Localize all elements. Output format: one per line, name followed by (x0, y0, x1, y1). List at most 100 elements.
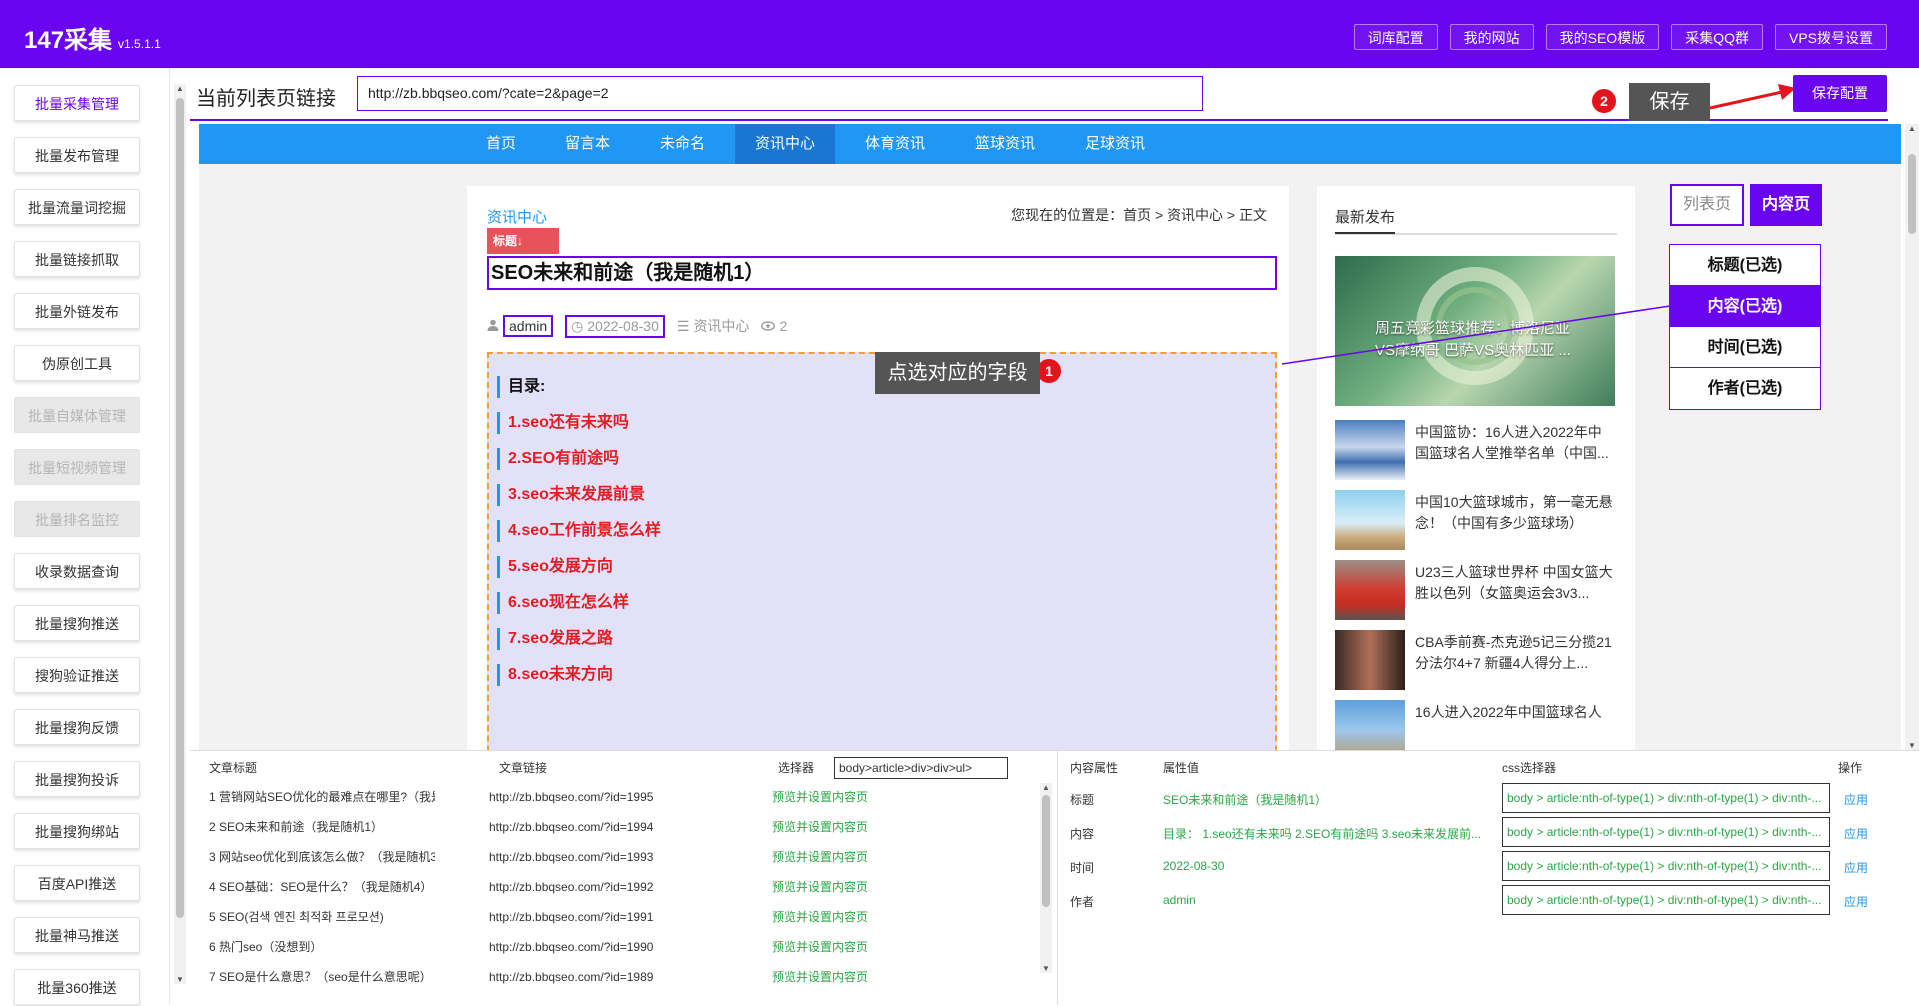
css-selector-input[interactable]: body > article:nth-of-type(1) > div:nth-… (1502, 851, 1830, 881)
sidebar-item-sogou-push[interactable]: 批量搜狗推送 (14, 605, 140, 641)
toc-item[interactable]: 5.seo发展方向 (497, 556, 613, 578)
clock-icon: ◷ (571, 317, 584, 334)
sidebar-item-shenma-push[interactable]: 批量神马推送 (14, 917, 140, 953)
site-nav-unnamed[interactable]: 未命名 (640, 124, 725, 164)
scroll-down-icon[interactable]: ▼ (1905, 741, 1919, 750)
scroll-down-icon[interactable]: ▼ (174, 975, 186, 984)
preview-set-link[interactable]: 预览并设置内容页 (772, 965, 868, 989)
sidebar-item-link-crawl[interactable]: 批量链接抓取 (14, 241, 140, 277)
row-link[interactable]: http://zb.bbqseo.com/?id=1992 (489, 875, 653, 899)
scroll-up-icon[interactable]: ▲ (1040, 783, 1052, 792)
site-nav-football[interactable]: 足球资讯 (1065, 124, 1165, 164)
list-scrollbar[interactable]: ▲ ▼ (1040, 783, 1052, 973)
field-author-button[interactable]: 作者(已选) (1670, 368, 1820, 409)
sidebar-item-sogou-verify-push[interactable]: 搜狗验证推送 (14, 657, 140, 693)
preview-set-link[interactable]: 预览并设置内容页 (772, 815, 868, 839)
preview-scrollbar[interactable]: ▲ ▼ (1905, 124, 1919, 750)
toc-item[interactable]: 6.seo现在怎么样 (497, 592, 629, 614)
toc-item[interactable]: 8.seo未来方向 (497, 664, 613, 686)
scroll-up-icon[interactable]: ▲ (1905, 124, 1919, 133)
toc-item[interactable]: 1.seo还有未来吗 (497, 412, 629, 434)
list-scroll-thumb[interactable] (1042, 795, 1050, 907)
article-meta: admin ◷ 2022-08-30 ☰ 资讯中心 2 (487, 313, 787, 339)
post-thumbnail (1335, 490, 1405, 550)
site-nav-sports[interactable]: 体育资讯 (845, 124, 945, 164)
nav-my-sites[interactable]: 我的网站 (1449, 24, 1534, 50)
post-item[interactable]: U23三人篮球世界杯 中国女篮大胜以色列（女篮奥运会3v3... (1335, 560, 1625, 624)
save-config-button[interactable]: 保存配置 (1793, 75, 1887, 112)
attr-name: 时间 (1070, 861, 1095, 875)
apply-button[interactable]: 应用 (1844, 791, 1868, 808)
nav-dictionary-config[interactable]: 词库配置 (1353, 24, 1438, 50)
row-link[interactable]: http://zb.bbqseo.com/?id=1995 (489, 785, 653, 809)
preview-set-link[interactable]: 预览并设置内容页 (772, 905, 868, 929)
post-item[interactable]: 中国10大篮球城市，第一毫无悬念！（中国有多少篮球场） (1335, 490, 1625, 554)
toc-item[interactable]: 2.SEO有前途吗 (497, 448, 619, 470)
latest-posts: 最新发布 周五竞彩篮球推荐：博洛尼亚VS摩纳哥 巴萨VS奥林匹亚 ... 中国篮… (1317, 186, 1635, 750)
nav-qq-group[interactable]: 采集QQ群 (1671, 24, 1763, 50)
field-title-button[interactable]: 标题(已选) (1670, 245, 1820, 286)
article-content[interactable]: 目录: 1.seo还有未来吗 2.SEO有前途吗 3.seo未来发展前景 4.s… (487, 352, 1277, 750)
row-link[interactable]: http://zb.bbqseo.com/?id=1989 (489, 965, 653, 989)
sidebar-item-sogou-feedback[interactable]: 批量搜狗反馈 (14, 709, 140, 745)
site-nav-basketball[interactable]: 篮球资讯 (955, 124, 1055, 164)
preview-set-link[interactable]: 预览并设置内容页 (772, 845, 868, 869)
apply-button[interactable]: 应用 (1844, 859, 1868, 876)
post-item[interactable]: 16人进入2022年中国篮球名人 (1335, 700, 1625, 750)
selector-input[interactable]: body>article>div>div>ul> (834, 757, 1008, 779)
scroll-up-icon[interactable]: ▲ (174, 84, 186, 93)
toc-item[interactable]: 3.seo未来发展前景 (497, 484, 645, 506)
css-selector-input[interactable]: body > article:nth-of-type(1) > div:nth-… (1502, 885, 1830, 915)
sidebar-scrollbar[interactable]: ▲ ▼ (174, 84, 186, 984)
preview-set-link[interactable]: 预览并设置内容页 (772, 785, 868, 809)
field-content-button[interactable]: 内容(已选) (1670, 286, 1820, 327)
sidebar-item-backlink-publish[interactable]: 批量外链发布 (14, 293, 140, 329)
sidebar-item-media-manage: 批量自媒体管理 (14, 397, 140, 433)
preview-set-link[interactable]: 预览并设置内容页 (772, 875, 868, 899)
nav-seo-templates[interactable]: 我的SEO模版 (1545, 24, 1660, 50)
sidebar-item-batch-collect[interactable]: 批量采集管理 (14, 85, 140, 121)
attr-value: 2022-08-30 (1163, 859, 1225, 873)
post-item[interactable]: CBA季前赛-杰克逊5记三分揽21分法尔4+7 新疆4人得分上... (1335, 630, 1625, 694)
toc-item[interactable]: 7.seo发展之路 (497, 628, 613, 650)
field-time-button[interactable]: 时间(已选) (1670, 327, 1820, 368)
attr-row-time: 时间 2022-08-30 body > article:nth-of-type… (1070, 851, 1910, 883)
row-link[interactable]: http://zb.bbqseo.com/?id=1991 (489, 905, 653, 929)
site-nav-home[interactable]: 首页 (466, 124, 536, 164)
css-selector-input[interactable]: body > article:nth-of-type(1) > div:nth-… (1502, 817, 1830, 847)
sidebar-item-sogou-bind[interactable]: 批量搜狗绑站 (14, 813, 140, 849)
preview-set-link[interactable]: 预览并设置内容页 (772, 935, 868, 959)
apply-button[interactable]: 应用 (1844, 825, 1868, 842)
table-row: 7 SEO是什么意思？（seo是什么意思呢） http://zb.bbqseo.… (190, 965, 1040, 989)
article-category[interactable]: 资讯中心 (487, 206, 547, 227)
sidebar-scroll-thumb[interactable] (176, 98, 184, 918)
sidebar-item-spinner-tool[interactable]: 伪原创工具 (14, 345, 140, 381)
article-date-box[interactable]: ◷ 2022-08-30 (565, 314, 665, 338)
row-link[interactable]: http://zb.bbqseo.com/?id=1993 (489, 845, 653, 869)
app-name: 147采集 (24, 27, 113, 54)
row-link[interactable]: http://zb.bbqseo.com/?id=1990 (489, 935, 653, 959)
article-date: 2022-08-30 (587, 317, 659, 334)
css-selector-input[interactable]: body > article:nth-of-type(1) > div:nth-… (1502, 783, 1830, 813)
apply-button[interactable]: 应用 (1844, 893, 1868, 910)
article-title[interactable]: SEO未来和前途（我是随机1） (487, 256, 1277, 290)
sidebar-item-batch-publish[interactable]: 批量发布管理 (14, 137, 140, 173)
toc-item[interactable]: 4.seo工作前景怎么样 (497, 520, 661, 542)
sidebar-item-360-push[interactable]: 批量360推送 (14, 969, 140, 1005)
sidebar-item-keyword-mining[interactable]: 批量流量词挖掘 (14, 189, 140, 225)
site-nav-guestbook[interactable]: 留言本 (545, 124, 630, 164)
tab-list-page[interactable]: 列表页 (1670, 184, 1744, 226)
sidebar-item-index-query[interactable]: 收录数据查询 (14, 553, 140, 589)
sidebar-item-sogou-complaint[interactable]: 批量搜狗投诉 (14, 761, 140, 797)
tab-content-page[interactable]: 内容页 (1750, 184, 1822, 226)
preview-scroll-thumb[interactable] (1908, 154, 1916, 234)
attr-value: admin (1163, 893, 1196, 907)
post-item[interactable]: 中国篮协：16人进入2022年中国篮球名人堂推举名单（中国... (1335, 420, 1625, 484)
list-url-input[interactable]: http://zb.bbqseo.com/?cate=2&page=2 (357, 76, 1203, 111)
sidebar-item-baidu-api[interactable]: 百度API推送 (14, 865, 140, 901)
nav-vps-dial[interactable]: VPS拨号设置 (1774, 24, 1887, 50)
site-nav-news[interactable]: 资讯中心 (735, 124, 836, 164)
row-link[interactable]: http://zb.bbqseo.com/?id=1994 (489, 815, 653, 839)
scroll-down-icon[interactable]: ▼ (1040, 964, 1052, 973)
article-author[interactable]: admin (503, 315, 554, 337)
